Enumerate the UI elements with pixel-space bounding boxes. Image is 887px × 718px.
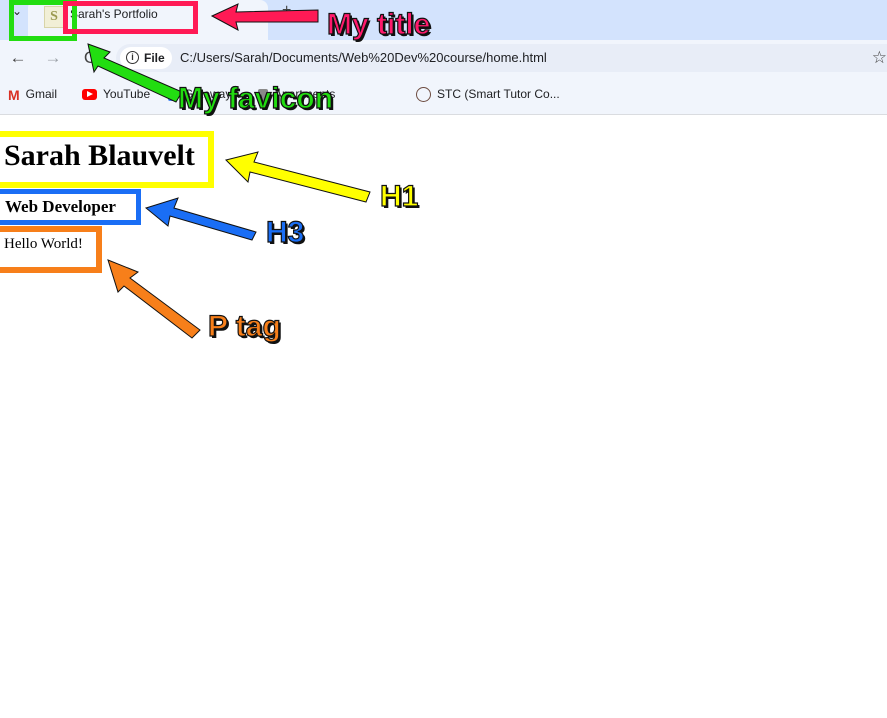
new-tab-icon[interactable]: + bbox=[282, 2, 291, 20]
bookmark-youtube[interactable]: YouTube bbox=[82, 87, 150, 101]
h3-highlight-box bbox=[0, 189, 141, 225]
title-highlight-box bbox=[63, 1, 198, 34]
bookmark-star-icon[interactable]: ☆ bbox=[872, 48, 887, 68]
bookmark-label: Gmail bbox=[25, 87, 58, 102]
back-button[interactable]: ← bbox=[6, 46, 30, 70]
bookmark-icon bbox=[168, 88, 178, 101]
bookmark-label: YouTube bbox=[103, 87, 151, 101]
forward-button[interactable]: → bbox=[41, 46, 65, 70]
my-favicon-label: My favicon bbox=[177, 81, 334, 115]
bookmark-label: STC (Smart Tutor Co... bbox=[437, 87, 560, 101]
gmail-icon: M bbox=[8, 87, 20, 103]
url-text[interactable]: C:/Users/Sarah/Documents/Web%20Dev%20cou… bbox=[180, 50, 547, 65]
stc-icon bbox=[416, 87, 431, 103]
h3-label: H3 bbox=[265, 215, 305, 249]
info-icon: i bbox=[126, 51, 139, 64]
p-tag-label: P tag bbox=[207, 309, 281, 343]
youtube-icon bbox=[82, 89, 97, 101]
bookmarks-bar: M Gmail YouTube Gateway... Apartments STC… bbox=[0, 76, 887, 115]
browser-toolbar: ← → C i File C:/Users/Sarah/Documents/We… bbox=[0, 40, 887, 76]
address-bar[interactable]: i File C:/Users/Sarah/Documents/Web%20De… bbox=[116, 44, 887, 72]
h1-highlight-box bbox=[0, 131, 214, 188]
bookmark-stc[interactable]: STC (Smart Tutor Co... bbox=[416, 87, 560, 103]
h1-label: H1 bbox=[379, 179, 419, 213]
scheme-label: File bbox=[144, 51, 165, 65]
bookmark-gmail[interactable]: M Gmail bbox=[8, 87, 57, 103]
reload-button[interactable]: C bbox=[78, 46, 102, 70]
site-info-chip[interactable]: i File bbox=[120, 47, 172, 69]
p-highlight-box bbox=[0, 226, 102, 273]
my-title-label: My title bbox=[326, 7, 431, 41]
